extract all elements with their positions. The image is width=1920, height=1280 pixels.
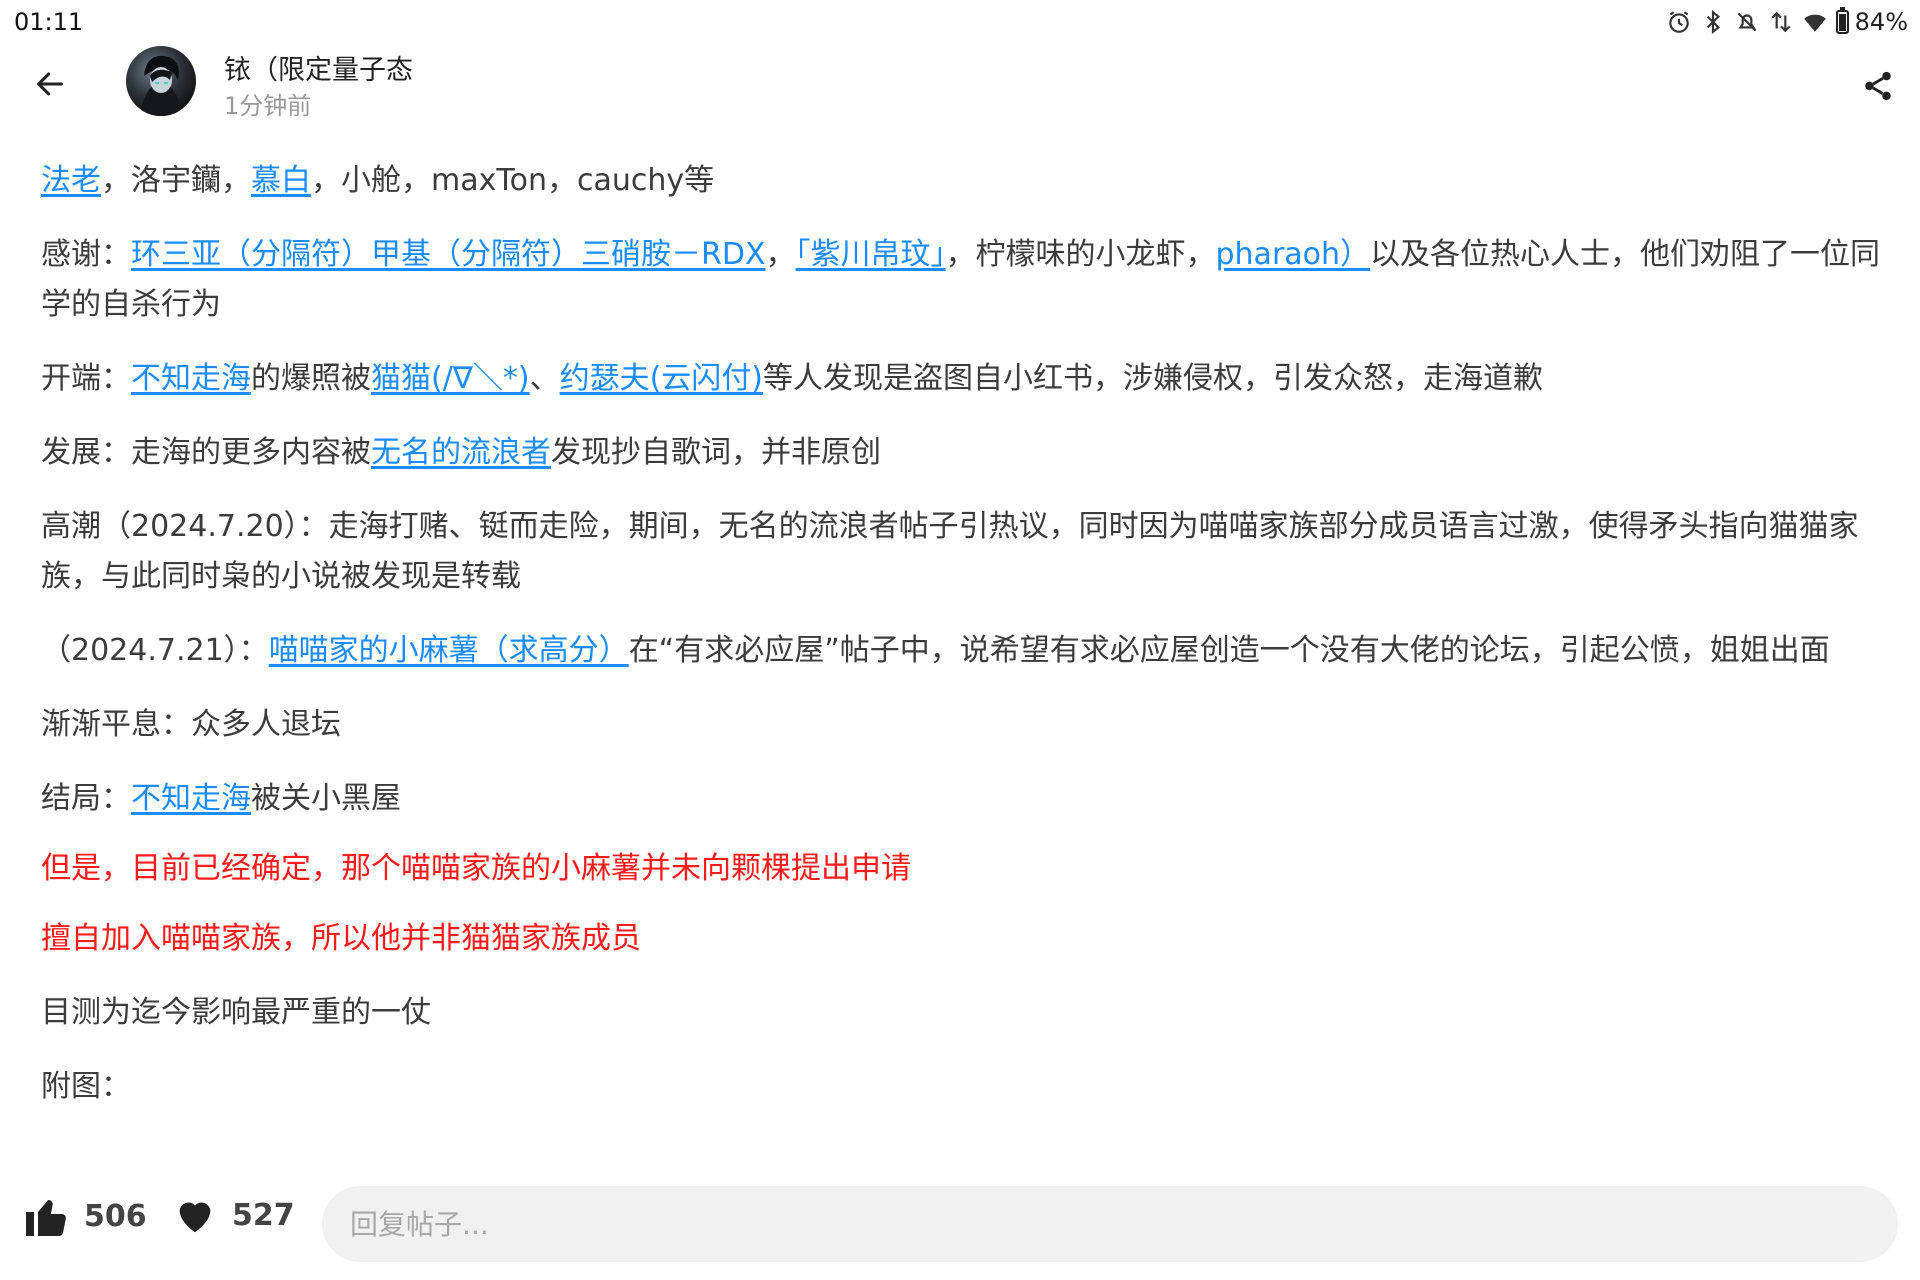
text-span: ，小舱，maxTon，cauchy等 bbox=[311, 163, 715, 198]
text-span: 发现抄自歌词，并非原创 bbox=[551, 435, 881, 470]
text-span: 高潮（2024.7.20）：走海打赌、铤而走险，期间，无名的流浪者帖子引热议，同… bbox=[41, 509, 1859, 594]
paragraph-assessment: 目测为迄今影响最严重的一仗 bbox=[41, 995, 431, 1030]
text-span: ，柠檬味的小龙虾， bbox=[945, 237, 1216, 272]
paragraph-attachments-label: 附图： bbox=[41, 1069, 131, 1104]
paragraph-thanks: 感谢：环三亚（分隔符）甲基（分隔符）三硝胺－RDX，「紫川帛玟」，柠檬味的小龙虾… bbox=[41, 230, 1886, 330]
text-span: 被关小黑屋 bbox=[251, 781, 401, 816]
user-link[interactable]: 法老 bbox=[41, 163, 101, 198]
text-span: 渐渐平息：众多人退坛 bbox=[41, 707, 341, 742]
back-button[interactable] bbox=[26, 60, 74, 108]
arrow-left-icon bbox=[37, 72, 63, 96]
share-icon bbox=[1865, 71, 1891, 101]
user-link[interactable]: 无名的流浪者 bbox=[371, 435, 551, 470]
status-bar: 01:11 84% bbox=[0, 0, 1920, 44]
heart-icon bbox=[179, 1202, 211, 1233]
favorite-count: 527 bbox=[232, 1197, 295, 1233]
user-link[interactable]: 不知走海 bbox=[131, 361, 251, 396]
user-link[interactable]: 喵喵家的小麻薯（求高分） bbox=[269, 633, 629, 668]
user-link[interactable]: 慕白 bbox=[251, 163, 311, 198]
paragraph-0721: （2024.7.21）：喵喵家的小麻薯（求高分）在“有求必应屋”帖子中，说希望有… bbox=[41, 626, 1886, 676]
bottom-action-bar: 506 527 bbox=[0, 1180, 1920, 1280]
post-header: 铱（限定量子态 1分钟前 bbox=[0, 44, 1920, 134]
user-link[interactable]: 约瑟夫(云闪付) bbox=[560, 361, 763, 396]
like-button[interactable]: 506 bbox=[22, 1192, 147, 1240]
text-span: 的爆照被 bbox=[251, 361, 371, 396]
user-link[interactable]: 猫猫(/∇＼*) bbox=[371, 361, 530, 396]
text-span: ， bbox=[765, 237, 796, 272]
user-link[interactable]: 不知走海 bbox=[131, 781, 251, 816]
paragraph-ending: 结局：不知走海被关小黑屋 bbox=[41, 774, 1886, 824]
text-span: 发展：走海的更多内容被 bbox=[41, 435, 371, 470]
battery-indicator: 84% bbox=[1835, 7, 1908, 36]
text-span: 、 bbox=[529, 361, 560, 396]
post-time: 1分钟前 bbox=[224, 92, 312, 120]
text-span: 开端： bbox=[41, 361, 131, 396]
avatar-image bbox=[140, 55, 182, 116]
text-span: ，洛宇钄， bbox=[101, 163, 251, 198]
paragraph-development: 发展：走海的更多内容被无名的流浪者发现抄自歌词，并非原创 bbox=[41, 428, 1886, 478]
alarm-icon bbox=[1668, 11, 1689, 33]
text-span: （2024.7.21）： bbox=[41, 633, 269, 668]
status-time: 01:11 bbox=[14, 8, 84, 36]
paragraph-emphasis-2: 擅自加入喵喵家族，所以他并非猫猫家族成员 bbox=[41, 921, 641, 956]
mute-icon bbox=[1737, 12, 1757, 32]
user-link[interactable]: pharaoh） bbox=[1216, 237, 1371, 272]
battery-percent: 84% bbox=[1854, 8, 1908, 36]
author-name[interactable]: 铱（限定量子态 bbox=[224, 48, 413, 87]
text-span: 在“有求必应屋”帖子中，说希望有求必应屋创造一个没有大佬的论坛，引起公愤，姐姐出… bbox=[628, 633, 1830, 668]
status-icons: 84% bbox=[1666, 7, 1908, 36]
text-span: 感谢： bbox=[41, 237, 131, 272]
paragraph-helpers: 法老，洛宇钄，慕白，小舱，maxTon，cauchy等 bbox=[41, 156, 1886, 206]
paragraph-subsiding: 渐渐平息：众多人退坛 bbox=[41, 700, 1886, 750]
favorite-button[interactable]: 527 bbox=[172, 1192, 295, 1238]
paragraph-climax: 高潮（2024.7.20）：走海打赌、铤而走险，期间，无名的流浪者帖子引热议，同… bbox=[41, 502, 1886, 602]
thumbs-up-icon bbox=[26, 1199, 66, 1237]
user-link[interactable]: 环三亚（分隔符）甲基（分隔符）三硝胺－RDX bbox=[131, 237, 766, 272]
paragraph-beginning: 开端：不知走海的爆照被猫猫(/∇＼*)、约瑟夫(云闪付)等人发现是盗图自小红书，… bbox=[41, 354, 1886, 404]
battery-fill bbox=[1838, 14, 1846, 31]
share-button[interactable] bbox=[1856, 64, 1900, 108]
reply-input[interactable] bbox=[322, 1186, 1898, 1262]
post-body: 法老，洛宇钄，慕白，小舱，maxTon，cauchy等 感谢：环三亚（分隔符）甲… bbox=[41, 156, 1886, 1136]
paragraph-emphasis-1: 但是，目前已经确定，那个喵喵家族的小麻薯并未向颗棵提出申请 bbox=[41, 851, 911, 886]
user-link[interactable]: 「紫川帛玟」 bbox=[796, 237, 946, 272]
data-arrows-icon bbox=[1771, 11, 1791, 33]
wifi-icon bbox=[1803, 14, 1826, 32]
text-span: 结局： bbox=[41, 781, 131, 816]
battery-icon bbox=[1835, 7, 1849, 34]
bluetooth-icon bbox=[1706, 9, 1720, 35]
like-count: 506 bbox=[84, 1198, 147, 1234]
text-span: 等人发现是盗图自小红书，涉嫌侵权，引发众怒，走海道歉 bbox=[763, 361, 1544, 396]
avatar[interactable] bbox=[126, 46, 196, 116]
